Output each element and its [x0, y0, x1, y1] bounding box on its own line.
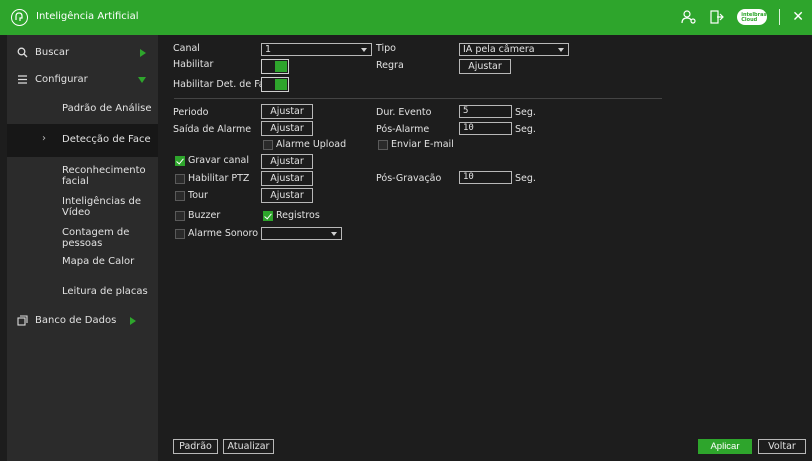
tipo-label: Tipo: [376, 43, 396, 54]
dropdown-arrow-icon: [558, 48, 564, 52]
alarme-upload-checkbox[interactable]: [263, 140, 273, 150]
voltar-button[interactable]: Voltar: [758, 439, 806, 454]
aplicar-button[interactable]: Aplicar: [698, 439, 752, 454]
periodo-label: Periodo: [173, 107, 209, 118]
enviar-email-checkbox[interactable]: [378, 140, 388, 150]
atualizar-button[interactable]: Atualizar: [223, 439, 274, 454]
alarme-sonoro-select[interactable]: [261, 227, 342, 240]
tipo-value: IA pela câmera: [463, 44, 535, 55]
sidebar-item-label: Reconhecimento facial: [62, 165, 146, 187]
ai-brain-icon: [11, 9, 28, 26]
canal-select[interactable]: 1: [261, 43, 372, 56]
sidebar-item-label: Detecção de Face: [62, 134, 151, 145]
canal-label: Canal: [173, 43, 200, 54]
gravar-canal-ajustar-button[interactable]: Ajustar: [261, 154, 313, 169]
sidebar-item-banco-dados[interactable]: Banco de Dados: [7, 305, 158, 338]
sidebar-item-label: Banco de Dados: [35, 315, 117, 326]
title-bar: Inteligência Artificial intelbras Cloud ✕: [0, 0, 812, 35]
tour-checkbox[interactable]: [175, 191, 185, 201]
registros-checkbox[interactable]: [263, 211, 273, 221]
habilitar-ptz-label: Habilitar PTZ: [188, 173, 250, 184]
sidebar-item-deteccao-face[interactable]: › Detecção de Face: [7, 124, 158, 157]
gravar-canal-checkbox[interactable]: [175, 156, 185, 166]
sidebar-item-padrao-analise[interactable]: Padrão de Análise: [7, 93, 158, 126]
pos-gravacao-label: Pós-Gravação: [376, 173, 442, 184]
pos-alarme-unit: Seg.: [515, 124, 536, 135]
cloud-icon[interactable]: intelbras Cloud: [737, 9, 768, 25]
sidebar-item-inteligencias-video[interactable]: Inteligências de Vídeo: [7, 186, 158, 219]
buzzer-label: Buzzer: [188, 210, 221, 221]
sidebar-item-label: Configurar: [35, 74, 88, 85]
enviar-email-label: Enviar E-mail: [391, 139, 454, 150]
regra-label: Regra: [376, 60, 404, 71]
habilitar-ptz-ajustar-button[interactable]: Ajustar: [261, 171, 313, 186]
dur-evento-label: Dur. Evento: [376, 107, 432, 118]
sidebar-item-label: Mapa de Calor: [62, 256, 135, 267]
pos-alarme-label: Pós-Alarme: [376, 124, 430, 135]
logout-icon[interactable]: [709, 9, 725, 25]
buzzer-checkbox[interactable]: [175, 211, 185, 221]
separator: [779, 9, 781, 25]
habilitar-label: Habilitar: [173, 59, 214, 70]
sidebar-item-mapa-calor[interactable]: Mapa de Calor: [7, 246, 158, 279]
expand-arrow-icon: [140, 49, 146, 57]
expand-arrow-icon: [130, 317, 136, 325]
periodo-ajustar-button[interactable]: Ajustar: [261, 104, 313, 119]
database-icon: [17, 315, 28, 326]
sidebar-item-label: Inteligências de Vídeo: [62, 196, 142, 218]
sidebar: Buscar Configurar Padrão de Análise › De…: [7, 35, 158, 461]
dropdown-arrow-icon: [331, 232, 337, 236]
sidebar-item-label: Leitura de placas: [62, 286, 148, 297]
app-title: Inteligência Artificial: [36, 11, 139, 22]
gravar-canal-label: Gravar canal: [188, 155, 249, 166]
tour-ajustar-button[interactable]: Ajustar: [261, 188, 313, 203]
pos-gravacao-unit: Seg.: [515, 173, 536, 184]
pos-alarme-input[interactable]: 10: [459, 122, 512, 135]
registros-label: Registros: [276, 210, 320, 221]
alarme-upload-label: Alarme Upload: [276, 139, 347, 150]
chevron-right-icon: ›: [42, 133, 46, 144]
dur-evento-unit: Seg.: [515, 107, 536, 118]
divider: [174, 98, 662, 99]
collapse-arrow-icon: [138, 77, 146, 83]
regra-ajustar-button[interactable]: Ajustar: [459, 59, 511, 74]
dropdown-arrow-icon: [361, 48, 367, 52]
habilitar-toggle[interactable]: [261, 59, 289, 74]
close-icon[interactable]: ✕: [792, 10, 804, 24]
list-icon: [18, 75, 27, 84]
tipo-select[interactable]: IA pela câmera: [459, 43, 569, 56]
saida-alarme-label: Saída de Alarme: [173, 124, 252, 135]
main-panel: Canal 1 Tipo IA pela câmera Habilitar Re…: [158, 35, 812, 461]
sidebar-item-reconhecimento-facial[interactable]: Reconhecimento facial: [7, 155, 158, 188]
padrao-button[interactable]: Padrão: [173, 439, 218, 454]
habilitar-det-face-toggle[interactable]: [261, 77, 289, 92]
sidebar-item-label: Buscar: [35, 47, 70, 58]
alarme-sonoro-checkbox[interactable]: [175, 229, 185, 239]
saida-alarme-ajustar-button[interactable]: Ajustar: [261, 121, 313, 136]
alarme-sonoro-label: Alarme Sonoro: [188, 228, 259, 239]
search-icon: [17, 47, 28, 58]
pos-gravacao-input[interactable]: 10: [459, 171, 512, 184]
dur-evento-input[interactable]: 5: [459, 105, 512, 118]
habilitar-ptz-checkbox[interactable]: [175, 174, 185, 184]
canal-value: 1: [265, 44, 272, 55]
user-settings-icon[interactable]: [681, 9, 697, 25]
tour-label: Tour: [188, 190, 208, 201]
sidebar-item-label: Padrão de Análise: [62, 103, 152, 114]
